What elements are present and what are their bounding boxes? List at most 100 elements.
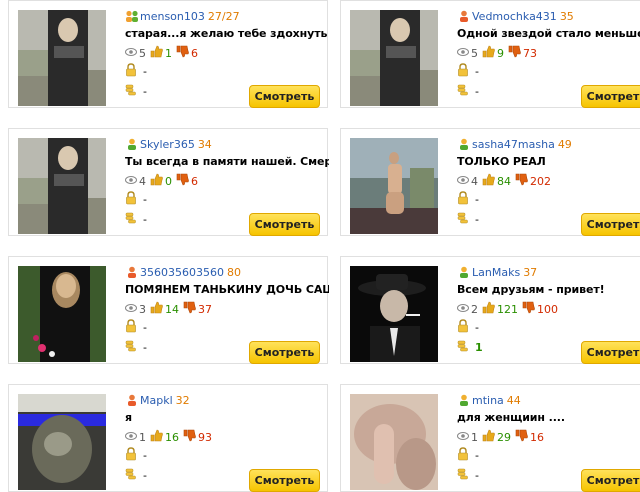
thumbs-up-icon[interactable] xyxy=(150,45,163,61)
watch-button[interactable]: Смотреть xyxy=(249,85,320,108)
username-link[interactable]: Skyler365 xyxy=(140,138,195,151)
dislikes-count: 100 xyxy=(537,302,558,316)
coins-row: - xyxy=(125,339,147,354)
views-count: 4 xyxy=(471,174,478,188)
user-line: Skyler365 34 xyxy=(125,138,329,152)
gift-card: Skyler365 34 Ты всегда в памяти нашей. См… xyxy=(8,128,329,236)
stats-row: 4 0 6 xyxy=(125,173,198,189)
coins-icon xyxy=(457,339,469,356)
watch-button[interactable]: Смотреть xyxy=(581,213,640,236)
lock-icon xyxy=(125,319,137,336)
coins-value: 1 xyxy=(475,341,483,354)
stats-row: 3 14 37 xyxy=(125,301,212,317)
user-line: Vedmochka431 35 xyxy=(457,10,640,24)
thumbs-down-icon[interactable] xyxy=(176,173,189,189)
username-link[interactable]: Mapkl xyxy=(140,394,173,407)
username-link[interactable]: sasha47masha xyxy=(472,138,555,151)
thumbs-down-icon[interactable] xyxy=(522,301,535,317)
thumbs-up-icon[interactable] xyxy=(482,45,495,61)
male-user-icon xyxy=(457,394,471,406)
stats-row: 5 9 73 xyxy=(457,45,537,61)
stats-row: 2 121 100 xyxy=(457,301,558,317)
thumbs-down-icon[interactable] xyxy=(515,173,528,189)
coins-icon xyxy=(125,83,137,100)
gift-card: mtina 44 для женщиин .... 1 29 16 - - Смотр… xyxy=(340,384,640,492)
thumbnail-image[interactable] xyxy=(350,266,438,362)
stats-row: 4 84 202 xyxy=(457,173,551,189)
coins-icon xyxy=(457,211,469,228)
username-link[interactable]: Vedmochka431 xyxy=(472,10,557,23)
coins-value: - xyxy=(143,213,147,226)
thumbnail-image[interactable] xyxy=(350,394,438,490)
thumbnail-image[interactable] xyxy=(350,138,438,234)
eye-icon xyxy=(457,303,469,316)
coins-value: - xyxy=(475,85,479,98)
views-count: 4 xyxy=(139,174,146,188)
views-count: 3 xyxy=(139,302,146,316)
user-rating: 35 xyxy=(559,10,574,23)
lock-row: - xyxy=(457,191,479,206)
username-link[interactable]: LanMaks xyxy=(472,266,520,279)
male-user-icon xyxy=(125,138,139,150)
likes-count: 29 xyxy=(497,430,511,444)
thumbs-up-icon[interactable] xyxy=(482,429,495,445)
thumbs-up-icon[interactable] xyxy=(150,429,163,445)
thumbs-down-icon[interactable] xyxy=(183,429,196,445)
watch-button[interactable]: Смотреть xyxy=(249,341,320,364)
thumbs-up-icon[interactable] xyxy=(482,173,495,189)
username-link[interactable]: mtina xyxy=(472,394,504,407)
watch-button[interactable]: Смотреть xyxy=(581,341,640,364)
coins-value: - xyxy=(143,341,147,354)
thumbnail-image[interactable] xyxy=(18,394,106,490)
user-rating: 27/27 xyxy=(207,10,240,23)
likes-count: 9 xyxy=(497,46,504,60)
gift-title: для женщиин .... xyxy=(457,411,565,424)
female-user-icon xyxy=(125,394,139,406)
user-rating: 49 xyxy=(557,138,572,151)
thumbs-down-icon[interactable] xyxy=(515,429,528,445)
user-line: mtina 44 xyxy=(457,394,640,408)
thumbnail-image[interactable] xyxy=(350,10,438,106)
user-rating: 80 xyxy=(226,266,241,279)
gift-title: Всем друзьям - привет! xyxy=(457,283,605,296)
lock-icon xyxy=(457,447,469,464)
thumbs-down-icon[interactable] xyxy=(183,301,196,317)
stats-row: 1 16 93 xyxy=(125,429,212,445)
user-line: sasha47masha 49 xyxy=(457,138,640,152)
gift-card: Vedmochka431 35 Одной звездой стало меньш… xyxy=(340,0,640,108)
likes-count: 1 xyxy=(165,46,172,60)
coins-row: - xyxy=(457,211,479,226)
watch-button[interactable]: Смотреть xyxy=(581,469,640,492)
eye-icon xyxy=(457,431,469,444)
gift-card: Mapkl 32 я 1 16 93 - - Смотреть xyxy=(8,384,328,492)
username-link[interactable]: 356035603560 xyxy=(140,266,224,279)
coins-row: - xyxy=(457,83,479,98)
lock-icon xyxy=(125,447,137,464)
thumbs-down-icon[interactable] xyxy=(176,45,189,61)
username-link[interactable]: menson103 xyxy=(140,10,205,23)
thumbs-up-icon[interactable] xyxy=(150,301,163,317)
gift-title: ПОМЯНЕМ ТАНЬКИНУ ДОЧЬ САШКУ... xyxy=(125,283,329,296)
user-line: 356035603560 80 xyxy=(125,266,329,280)
lock-value: - xyxy=(143,449,147,462)
thumbs-down-icon[interactable] xyxy=(508,45,521,61)
coins-row: 1 xyxy=(457,339,483,354)
views-count: 2 xyxy=(471,302,478,316)
watch-button[interactable]: Смотреть xyxy=(581,85,640,108)
watch-button[interactable]: Смотреть xyxy=(249,469,320,492)
thumbs-up-icon[interactable] xyxy=(482,301,495,317)
lock-icon xyxy=(125,191,137,208)
stats-row: 1 29 16 xyxy=(457,429,544,445)
watch-button[interactable]: Смотреть xyxy=(249,213,320,236)
thumbnail-image[interactable] xyxy=(18,266,106,362)
thumbnail-image[interactable] xyxy=(18,10,106,106)
lock-icon xyxy=(457,319,469,336)
coins-icon xyxy=(125,339,137,356)
dislikes-count: 16 xyxy=(530,430,544,444)
thumbnail-image[interactable] xyxy=(18,138,106,234)
user-rating: 37 xyxy=(523,266,538,279)
thumbs-up-icon[interactable] xyxy=(150,173,163,189)
gift-title: я xyxy=(125,411,132,424)
user-line: Mapkl 32 xyxy=(125,394,329,408)
gift-card: menson103 27/27 старая...я желаю тебе здо… xyxy=(8,0,329,108)
